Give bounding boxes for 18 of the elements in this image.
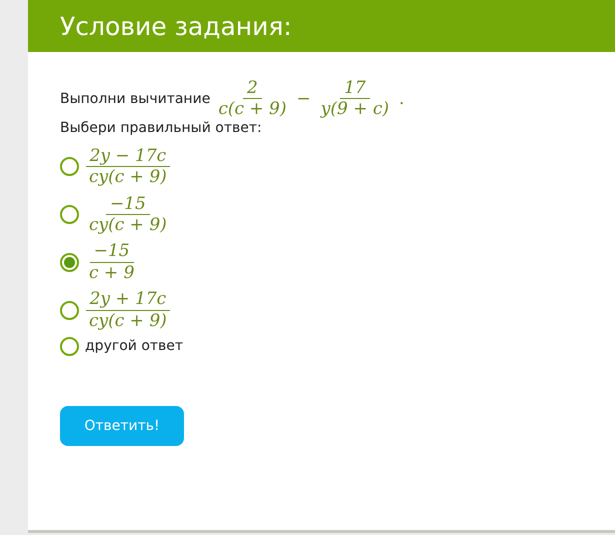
instruction-text: Выбери правильный ответ: — [60, 120, 263, 136]
fraction: 2 c(c + 9) — [217, 78, 288, 120]
option-text: другой ответ — [85, 338, 184, 354]
radio-button[interactable] — [60, 336, 79, 356]
radio-button[interactable] — [60, 300, 79, 320]
math-operator: − — [296, 88, 311, 109]
task-prompt: Выполни вычитание — [60, 90, 210, 107]
fraction: 17 y(9 + c) — [319, 78, 390, 120]
fraction: 2y − 17c cy(c + 9) — [85, 146, 171, 188]
submit-button[interactable]: Ответить! — [60, 406, 184, 446]
radio-button[interactable] — [60, 157, 79, 176]
fraction: −15 cy(c + 9) — [88, 194, 168, 236]
radio-button[interactable] — [60, 252, 79, 272]
fraction: 2y + 17c cy(c + 9) — [85, 289, 171, 331]
fraction: −15 c + 9 — [88, 241, 136, 284]
radio-button[interactable] — [60, 204, 79, 224]
math-operator: . — [399, 88, 404, 109]
header-title: Условие задания: — [60, 12, 292, 40]
